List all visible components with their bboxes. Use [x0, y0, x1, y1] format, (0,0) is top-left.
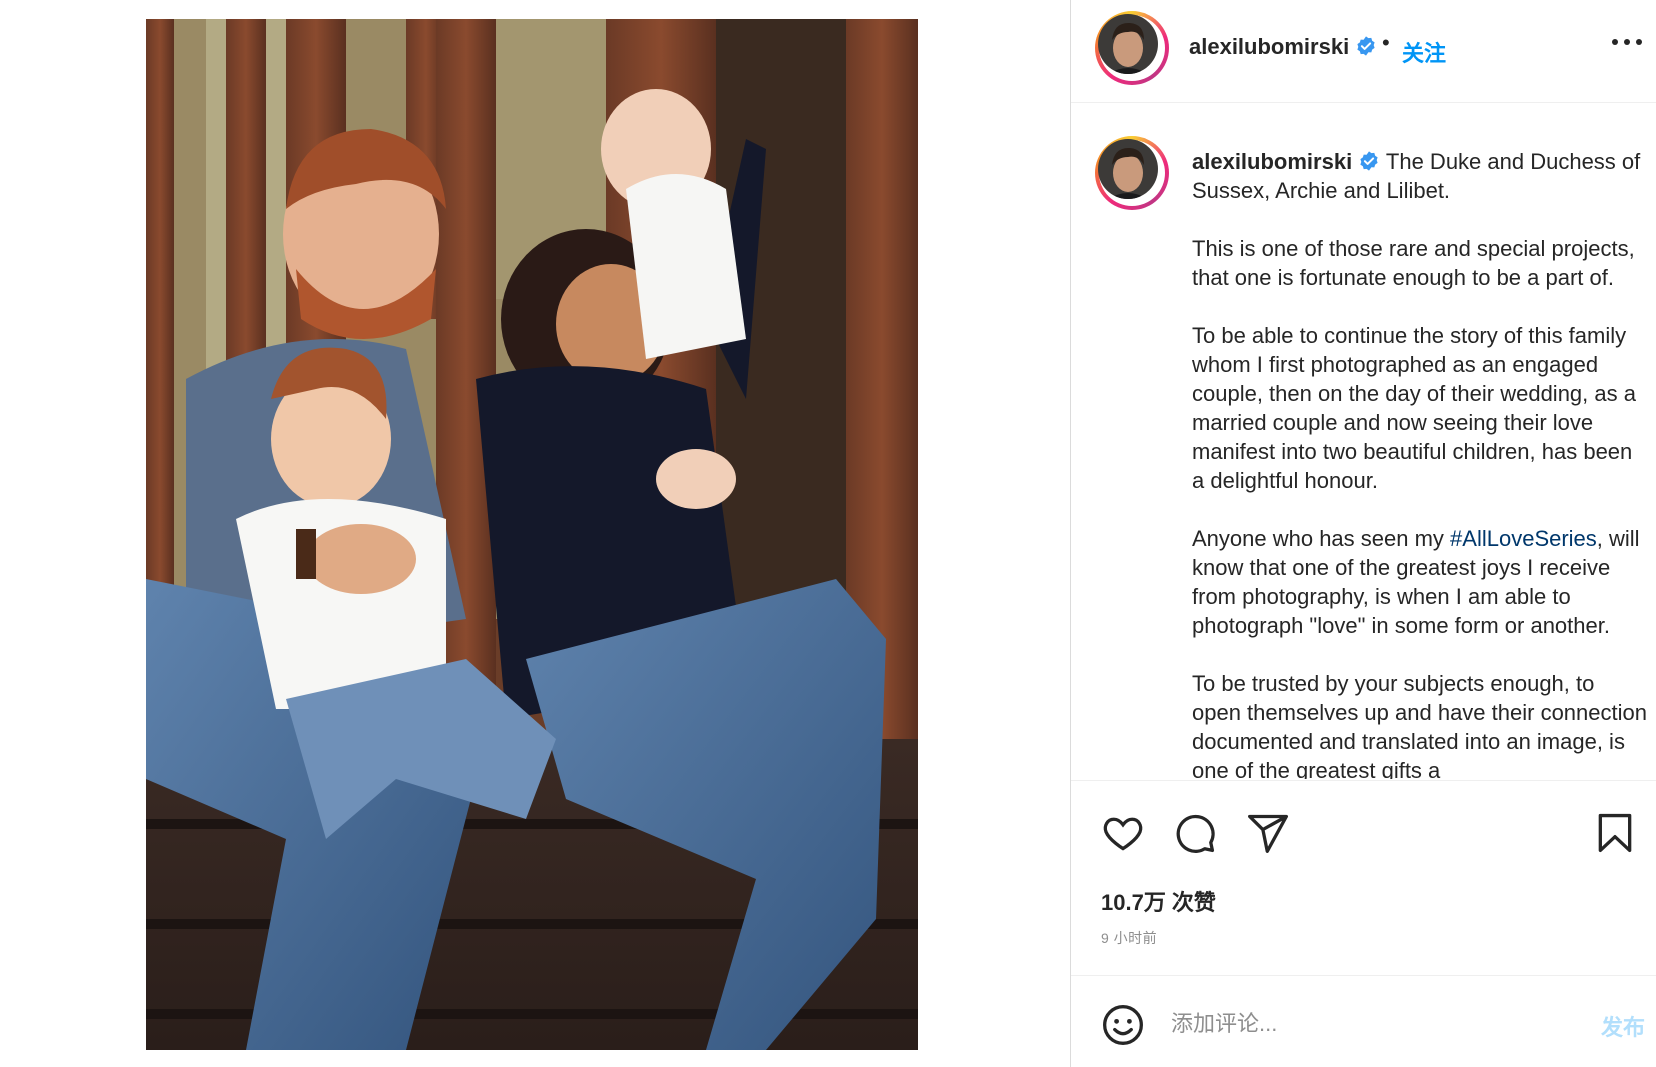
post-header: alexilubomirski • 关注: [1071, 0, 1656, 103]
avatar-image: [1098, 139, 1158, 199]
header-username[interactable]: alexilubomirski: [1189, 34, 1349, 59]
post-photo[interactable]: [146, 19, 918, 1050]
caption-paragraph-2: To be able to continue the story of this…: [1192, 323, 1643, 493]
comment-icon[interactable]: [1173, 811, 1217, 855]
caption-paragraph-3-start: Anyone who has seen my: [1192, 526, 1451, 551]
caption-paragraph-1: This is one of those rare and special pr…: [1192, 236, 1641, 290]
comment-input[interactable]: [1171, 1004, 1551, 1044]
verified-badge-icon: [1357, 36, 1375, 56]
family-photo-image: [146, 19, 918, 1050]
media-pane: [0, 0, 1070, 1067]
emoji-icon[interactable]: [1101, 1003, 1145, 1047]
more-horizontal-icon[interactable]: [1609, 30, 1645, 54]
post-comment-button[interactable]: 发布: [1601, 1010, 1645, 1042]
post-timestamp[interactable]: 9 小时前: [1101, 928, 1157, 948]
bookmark-icon[interactable]: [1593, 811, 1637, 855]
avatar-image: [1098, 14, 1158, 74]
post-actions: 10.7万 次赞 9 小时前: [1071, 780, 1656, 980]
caption-scroll-area[interactable]: alexilubomirski The Duke and Duchess of …: [1071, 103, 1656, 779]
caption-username[interactable]: alexilubomirski: [1192, 149, 1352, 174]
follow-button[interactable]: 关注: [1402, 36, 1446, 68]
heart-icon[interactable]: [1101, 811, 1145, 855]
comment-bar: 发布: [1071, 975, 1656, 1067]
separator-dot: •: [1382, 30, 1390, 55]
post-caption: alexilubomirski The Duke and Duchess of …: [1192, 147, 1648, 779]
verified-badge-icon: [1360, 151, 1378, 171]
share-send-icon[interactable]: [1246, 811, 1290, 855]
caption-avatar[interactable]: [1095, 136, 1169, 210]
header-username-wrap[interactable]: alexilubomirski: [1189, 34, 1377, 60]
likes-count[interactable]: 10.7万 次赞: [1101, 885, 1216, 917]
hashtag-link[interactable]: #AllLoveSeries: [1450, 526, 1597, 551]
header-avatar[interactable]: [1095, 11, 1169, 85]
post-side-panel: alexilubomirski • 关注 alexilubomirski The…: [1070, 0, 1656, 1067]
caption-paragraph-4: To be trusted by your subjects enough, t…: [1192, 671, 1654, 779]
